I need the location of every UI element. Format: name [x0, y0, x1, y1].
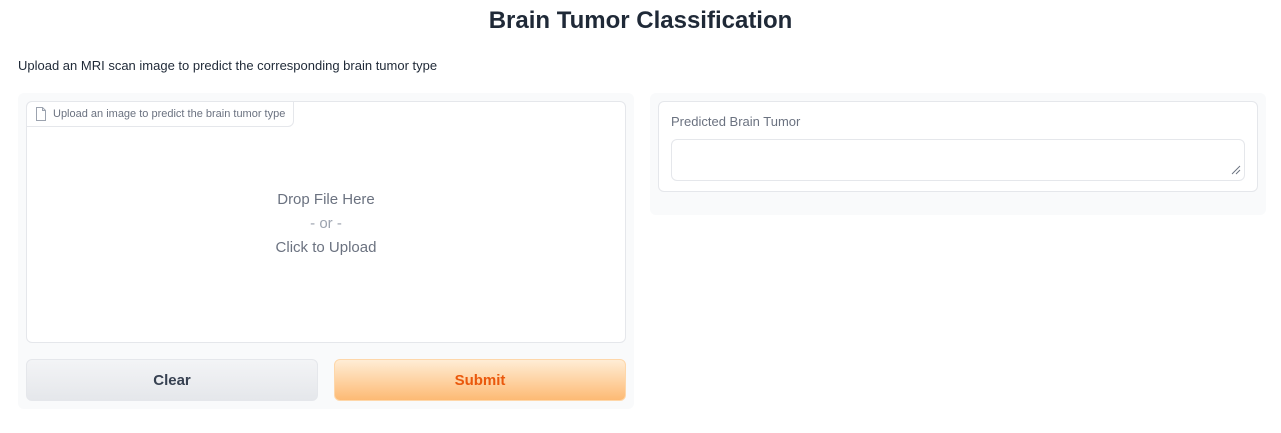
input-panel: Upload an image to predict the brain tum…: [18, 93, 634, 409]
prediction-output-box: Predicted Brain Tumor: [658, 101, 1258, 192]
prediction-label: Predicted Brain Tumor: [671, 114, 801, 129]
upload-label-text: Upload an image to predict the brain tum…: [53, 108, 286, 120]
app-page: Brain Tumor Classification Upload an MRI…: [0, 0, 1281, 433]
resize-handle-icon[interactable]: [1231, 165, 1241, 175]
submit-button[interactable]: Submit: [334, 359, 626, 401]
file-icon: [36, 107, 46, 121]
page-description: Upload an MRI scan image to predict the …: [18, 58, 438, 73]
prediction-output-field[interactable]: [671, 139, 1245, 181]
image-upload-dropzone[interactable]: Upload an image to predict the brain tum…: [26, 101, 626, 343]
drop-instructions: Drop File Here - or - Click to Upload: [27, 188, 625, 260]
or-text: - or -: [310, 215, 342, 232]
drop-file-text: Drop File Here: [277, 191, 375, 208]
click-upload-text: Click to Upload: [275, 239, 377, 256]
output-panel: Predicted Brain Tumor: [650, 93, 1266, 215]
page-title: Brain Tumor Classification: [488, 7, 793, 34]
upload-label: Upload an image to predict the brain tum…: [26, 101, 295, 127]
clear-button[interactable]: Clear: [26, 359, 318, 401]
